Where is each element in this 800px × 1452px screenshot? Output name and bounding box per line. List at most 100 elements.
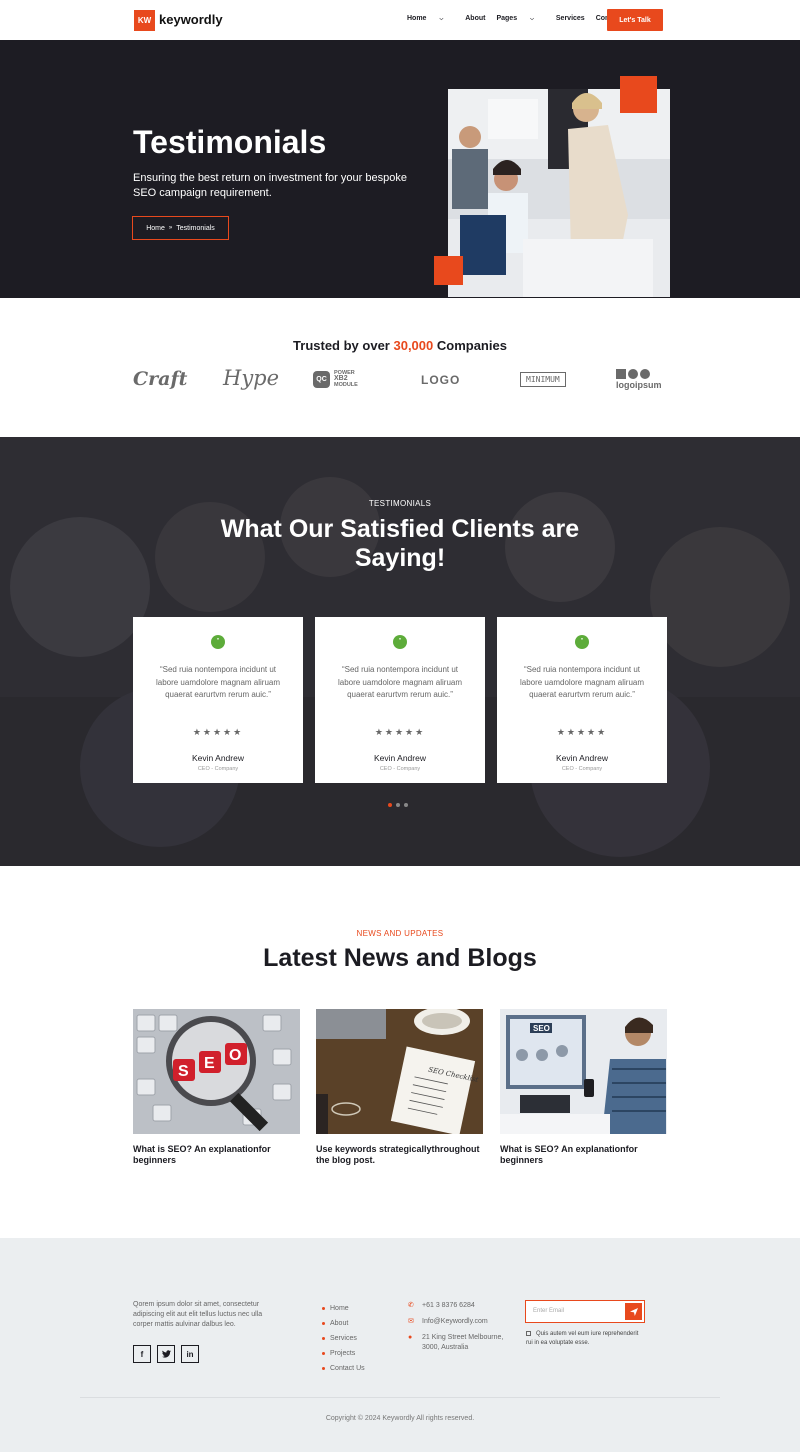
testimonial-card: ” “Sed ruia nontempora incidunt ut labor… — [497, 617, 667, 783]
consent-checkbox[interactable] — [526, 1330, 531, 1336]
hero-subtitle: Ensuring the best return on investment f… — [133, 172, 407, 199]
nav-home-label: Home — [407, 15, 427, 22]
bullet-icon — [322, 1337, 325, 1340]
chevron-down-icon: ⌵ — [530, 16, 534, 22]
twitter-icon[interactable]: t — [157, 1345, 175, 1363]
blog-post-title[interactable]: What is SEO? An explanationfor beginners — [133, 1144, 300, 1166]
footer-address: 21 King Street Melbourne, 3000, Australi… — [422, 1334, 504, 1351]
breadcrumb-separator: » — [168, 225, 173, 231]
footer-link-home[interactable]: Home — [322, 1301, 365, 1316]
decor-square — [434, 256, 463, 285]
footer-link-label: Home — [330, 1305, 349, 1312]
testimonial-name: Kevin Andrew — [192, 753, 244, 763]
blog-post-title[interactable]: Use keywords strategicallythroughout the… — [316, 1144, 483, 1166]
blog-post-card[interactable]: SEO What is SEO? An explanationfor begin… — [133, 1009, 300, 1166]
nav-pages[interactable]: Pages ⌵ — [496, 15, 544, 22]
testimonial-card: ” “Sed ruia nontempora incidunt ut labor… — [133, 617, 303, 783]
brand-logoipsum: logoipsum — [616, 369, 662, 390]
logo-text[interactable]: keywordly — [159, 12, 223, 27]
breadcrumb-current: Testimonials — [176, 224, 215, 232]
breadcrumb: Home » Testimonials — [132, 216, 229, 240]
star-rating: ★★★★★ — [374, 727, 426, 737]
blog-post-card[interactable]: SEO Checklist Use keywords strategically… — [316, 1009, 483, 1166]
testimonial-text: “Sed ruia nontempora incidunt ut labore … — [337, 665, 463, 699]
nav-about[interactable]: About — [465, 15, 485, 22]
star-rating: ★★★★★ — [192, 727, 244, 737]
brand-logo: LOGO — [421, 373, 461, 387]
linkedin-icon[interactable]: in — [181, 1345, 199, 1363]
testimonial-name: Kevin Andrew — [556, 753, 608, 763]
bullet-icon — [322, 1307, 325, 1310]
trusted-number: 30,000 — [393, 338, 434, 353]
logoipsum-mark-icon — [616, 369, 650, 379]
news-eyebrow: NEWS AND UPDATES — [356, 929, 444, 938]
footer-email[interactable]: Info@Keywordly.com — [422, 1317, 488, 1327]
newsletter-form: Enter Email — [525, 1300, 645, 1323]
testimonial-role: CEO - Company — [197, 766, 239, 772]
logo-mark[interactable]: KW — [134, 10, 155, 31]
footer-about-text: Qorem ipsum dolor sit amet, consectetur … — [133, 1301, 263, 1328]
bullet-icon — [322, 1352, 325, 1355]
footer-divider — [80, 1397, 720, 1398]
decor-square — [620, 76, 657, 113]
svg-text:O: O — [229, 1047, 241, 1064]
testimonial-name: Kevin Andrew — [374, 753, 426, 763]
svg-text:S: S — [178, 1063, 189, 1080]
carousel-dot-3[interactable] — [404, 803, 408, 807]
hero-section: Testimonials Ensuring the best return on… — [0, 40, 800, 298]
trusted-suffix: Companies — [436, 338, 507, 353]
chevron-down-icon: ⌵ — [439, 16, 444, 22]
bullet-icon — [322, 1367, 325, 1370]
breadcrumb-home[interactable]: Home — [146, 225, 165, 232]
newsletter-consent: Quis autem vel eum iure reprehenderit ru… — [526, 1330, 646, 1348]
carousel-dot-1[interactable] — [388, 803, 392, 807]
footer-phone[interactable]: +61 3 8376 6284 — [422, 1301, 475, 1311]
svg-text:E: E — [204, 1055, 215, 1072]
blog-image-seo-checklist[interactable]: SEO Checklist — [316, 1009, 483, 1134]
carousel-dots — [388, 803, 408, 807]
testimonial-role: CEO - Company — [379, 766, 421, 772]
star-rating: ★★★★★ — [556, 727, 608, 737]
brand-qc-power: QC POWER XB2 MODULE — [313, 370, 358, 388]
trusted-heading: Trusted by over 30,000 Companies — [0, 338, 800, 353]
blog-post-card[interactable]: SEO What is SEO? An explanationfor begin… — [500, 1009, 667, 1166]
email-icon: ✉ — [408, 1318, 414, 1325]
brand-logos: Craft Hype QC POWER XB2 MODULE LOGO MINI… — [0, 366, 800, 398]
testimonials-title: What Our Satisfied Clients are Saying! — [220, 515, 580, 572]
nav-services[interactable]: Services — [556, 15, 585, 22]
footer-links: Home About Services Projects Contact Us — [322, 1301, 365, 1376]
blog-image-man-laptop[interactable]: SEO — [500, 1009, 667, 1134]
copyright-text: Copyright © 2024 Keywordly All rights re… — [325, 1415, 475, 1422]
brand-module: MODULE — [334, 382, 358, 388]
lets-talk-button[interactable]: Let's Talk — [607, 9, 663, 31]
carousel-dot-2[interactable] — [396, 803, 400, 807]
footer-link-label: About — [330, 1320, 349, 1327]
footer-link-projects[interactable]: Projects — [322, 1346, 365, 1361]
testimonial-card: ” “Sed ruia nontempora incidunt ut labor… — [315, 617, 485, 783]
trusted-prefix: Trusted by over — [293, 338, 390, 353]
nav-home[interactable]: Home ⌵ — [407, 15, 454, 22]
testimonial-role: CEO - Company — [561, 766, 603, 772]
blog-post-title[interactable]: What is SEO? An explanationfor beginners — [500, 1144, 667, 1166]
page-title: Testimonials — [133, 124, 327, 160]
footer-link-label: Contact Us — [330, 1365, 365, 1372]
news-title: Latest News and Blogs — [263, 944, 537, 972]
send-icon[interactable] — [625, 1303, 642, 1320]
testimonial-text: “Sed ruia nontempora incidunt ut labore … — [519, 665, 645, 699]
newsletter-email-input[interactable]: Enter Email — [533, 1308, 564, 1314]
footer-link-contact[interactable]: Contact Us — [322, 1361, 365, 1376]
phone-icon: ✆ — [408, 1302, 414, 1309]
site-header: KW keywordly Home ⌵ About Pages ⌵ Services… — [0, 0, 800, 40]
location-pin-icon: ● — [408, 1334, 413, 1341]
footer-link-about[interactable]: About — [322, 1316, 365, 1331]
nav-pages-label: Pages — [496, 15, 518, 22]
testimonial-text: “Sed ruia nontempora incidunt ut labore … — [155, 665, 281, 699]
brand-minimum: MINIMUM — [520, 372, 566, 387]
quote-icon: ” — [575, 635, 589, 649]
footer-contact: ✆ +61 3 8376 6284 ✉ Info@Keywordly.com ● 21… — [408, 1301, 507, 1359]
footer-link-label: Projects — [330, 1350, 356, 1357]
brand-hype: Hype — [223, 366, 280, 390]
footer-link-services[interactable]: Services — [322, 1331, 365, 1346]
facebook-icon[interactable]: f — [133, 1345, 151, 1363]
blog-image-keyboard-magnifier[interactable]: SEO — [133, 1009, 300, 1134]
